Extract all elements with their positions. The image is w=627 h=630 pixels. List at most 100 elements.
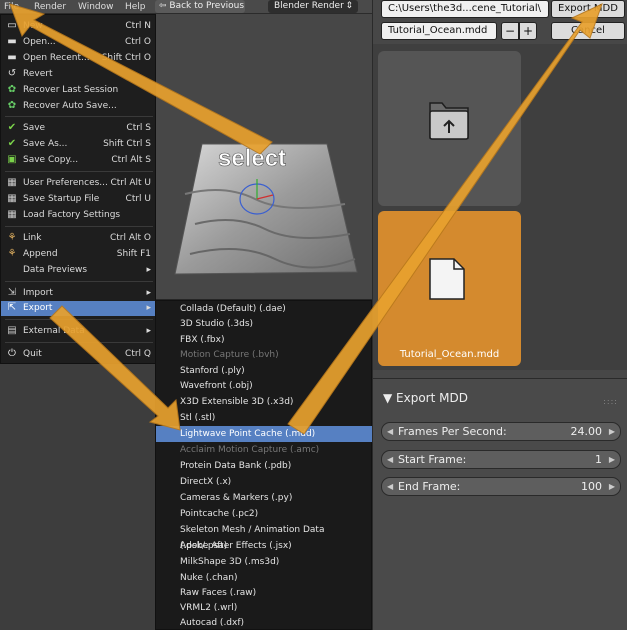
export-item-raw[interactable]: Raw Faces (.raw) [156, 585, 373, 601]
export-item-x3d[interactable]: X3D Extensible 3D (.x3d) [156, 394, 373, 410]
frames-per-second-field[interactable]: ◀ Frames Per Second: 24.00 ▶ [381, 422, 621, 441]
menu-item-import[interactable]: ⇲ Import ▸ [1, 286, 157, 301]
export-mdd-button[interactable]: Export MDD [551, 0, 625, 18]
menu-item-open[interactable]: ▬ Open... Ctrl O [1, 35, 157, 50]
submenu-arrow-icon: ▸ [146, 303, 151, 313]
menu-item-data-previews[interactable]: Data Previews ▸ [1, 263, 157, 278]
increment-filename-button[interactable]: + [519, 22, 537, 40]
menu-item-save[interactable]: ✔ Save Ctrl S [1, 121, 157, 136]
decrement-arrow-icon[interactable]: ◀ [387, 423, 393, 440]
export-item-ply[interactable]: Stanford (.ply) [156, 363, 373, 379]
export-item-dxf[interactable]: Autocad (.dxf) [156, 615, 373, 630]
preferences-icon: ▦ [7, 177, 17, 188]
menu-item-shortcut: Ctrl Alt U [110, 178, 151, 188]
start-frame-field[interactable]: ◀ Start Frame: 1 ▶ [381, 450, 621, 469]
export-item-mdd[interactable]: Lightwave Point Cache (.mdd) [156, 426, 373, 442]
menu-item-save-as[interactable]: ✔ Save As... Shift Ctrl S [1, 137, 157, 152]
export-item-directx[interactable]: DirectX (.x) [156, 474, 373, 490]
menu-item-label: Save [23, 123, 46, 133]
append-icon: ⚘ [7, 248, 17, 259]
cancel-button[interactable]: Cancel [551, 22, 625, 40]
menu-item-label: User Preferences... [23, 178, 108, 188]
file-thumbnails-area: Tutorial_Ocean.mdd [373, 44, 627, 370]
filename-field[interactable]: Tutorial_Ocean.mdd [381, 22, 497, 40]
export-mdd-header[interactable]: ▼ Export MDD [383, 391, 468, 405]
end-frame-field[interactable]: ◀ End Frame: 100 ▶ [381, 477, 621, 496]
save-startup-icon: ▦ [7, 193, 17, 204]
directory-path-field[interactable]: C:\Users\the3d...cene_Tutorial\ [381, 0, 549, 18]
menu-item-new[interactable]: ▭ New Ctrl N [1, 19, 157, 34]
export-item-pc2[interactable]: Pointcache (.pc2) [156, 506, 373, 522]
field-label: End Frame: [398, 480, 461, 493]
menu-help[interactable]: Help [125, 0, 146, 14]
submenu-arrow-icon: ▸ [146, 265, 151, 275]
export-item-bvh: Motion Capture (.bvh) [180, 350, 279, 360]
render-engine-select[interactable]: Blender Render ⇕ [268, 0, 358, 13]
export-item-fbx[interactable]: FBX (.fbx) [156, 332, 373, 348]
export-item-collada[interactable]: Collada (Default) (.dae) [156, 301, 373, 317]
export-item-3ds[interactable]: 3D Studio (.3ds) [156, 316, 373, 332]
menu-item-export[interactable]: ⇱ Export ▸ [1, 301, 157, 316]
folder-open-icon: ▬ [7, 36, 17, 47]
export-item-jsx[interactable]: Adobe After Effects (.jsx) [156, 538, 373, 554]
recover-icon: ✿ [7, 84, 17, 95]
recent-folder-icon: ▬ [7, 52, 17, 63]
menu-item-revert[interactable]: ↺ Revert [1, 67, 157, 82]
back-to-previous-button[interactable]: ⇦ Back to Previous [155, 0, 245, 13]
menu-render[interactable]: Render [34, 0, 66, 14]
back-icon: ⇦ [159, 1, 170, 11]
select-annotation: select [218, 145, 286, 172]
menu-item-shortcut: Shift Ctrl O [101, 53, 151, 63]
menu-item-label: Save Startup File [23, 194, 100, 204]
grip-handle-icon[interactable]: :::: [603, 397, 618, 406]
field-label: Start Frame: [398, 453, 467, 466]
menu-item-external-data[interactable]: ▤ External Data ▸ [1, 324, 157, 339]
quit-icon: ⏻ [8, 348, 16, 359]
selected-file-tile[interactable]: Tutorial_Ocean.mdd [378, 211, 521, 366]
menu-item-link[interactable]: ⚘ Link Ctrl Alt O [1, 231, 157, 246]
decrement-arrow-icon[interactable]: ◀ [387, 478, 393, 495]
menu-item-label: Recover Auto Save... [23, 101, 117, 111]
parent-folder-icon [429, 102, 469, 140]
menu-window[interactable]: Window [78, 0, 114, 14]
export-item-amc: Acclaim Motion Capture (.amc) [180, 445, 320, 455]
increment-arrow-icon[interactable]: ▶ [609, 478, 615, 495]
menu-item-load-factory-settings[interactable]: ▦ Load Factory Settings [1, 208, 157, 223]
ocean-mesh-view: select [174, 143, 358, 275]
increment-arrow-icon[interactable]: ▶ [609, 451, 615, 468]
menu-item-save-startup-file[interactable]: ▦ Save Startup File Ctrl U [1, 192, 157, 207]
menu-file[interactable]: File [4, 0, 19, 14]
menu-item-shortcut: Ctrl Q [125, 349, 151, 359]
field-value: 24.00 [570, 425, 603, 438]
menu-item-label: Link [23, 233, 42, 243]
export-item-stl[interactable]: Stl (.stl) [156, 410, 373, 426]
menu-divider [5, 171, 153, 172]
decrement-filename-button[interactable]: − [501, 22, 519, 40]
menu-item-recover-last-session[interactable]: ✿ Recover Last Session [1, 83, 157, 98]
export-item-nuke[interactable]: Nuke (.chan) [156, 570, 373, 586]
export-item-vrml2[interactable]: VRML2 (.wrl) [156, 600, 373, 616]
menu-item-quit[interactable]: ⏻ Quit Ctrl Q [1, 347, 157, 362]
field-value: 100 [581, 480, 602, 493]
export-item-psk-psa[interactable]: Skeleton Mesh / Animation Data (.psk/.ps… [156, 522, 373, 551]
back-to-previous-label: Back to Previous [169, 1, 245, 11]
factory-settings-icon: ▦ [7, 209, 17, 220]
save-copy-icon: ▣ [7, 154, 17, 165]
menu-item-append[interactable]: ⚘ Append Shift F1 [1, 247, 157, 262]
menu-item-open-recent[interactable]: ▬ Open Recent... Shift Ctrl O [1, 51, 157, 66]
parent-directory-tile[interactable] [378, 51, 521, 206]
menu-item-label: Save As... [23, 139, 68, 149]
export-item-pdb[interactable]: Protein Data Bank (.pdb) [156, 458, 373, 474]
export-item-cameras-markers[interactable]: Cameras & Markers (.py) [156, 490, 373, 506]
menu-item-shortcut: Ctrl O [125, 37, 151, 47]
export-item-ms3d[interactable]: MilkShape 3D (.ms3d) [156, 554, 373, 570]
export-item-obj[interactable]: Wavefront (.obj) [156, 378, 373, 394]
menu-item-recover-auto-save[interactable]: ✿ Recover Auto Save... [1, 99, 157, 114]
menu-item-save-copy[interactable]: ▣ Save Copy... Ctrl Alt S [1, 153, 157, 168]
document-icon [429, 258, 465, 300]
menu-item-user-preferences[interactable]: ▦ User Preferences... Ctrl Alt U [1, 176, 157, 191]
increment-arrow-icon[interactable]: ▶ [609, 423, 615, 440]
file-menu: ▭ New Ctrl N ▬ Open... Ctrl O ▬ Open Recent..… [0, 14, 157, 364]
decrement-arrow-icon[interactable]: ◀ [387, 451, 393, 468]
submenu-arrow-icon: ▸ [146, 288, 151, 298]
